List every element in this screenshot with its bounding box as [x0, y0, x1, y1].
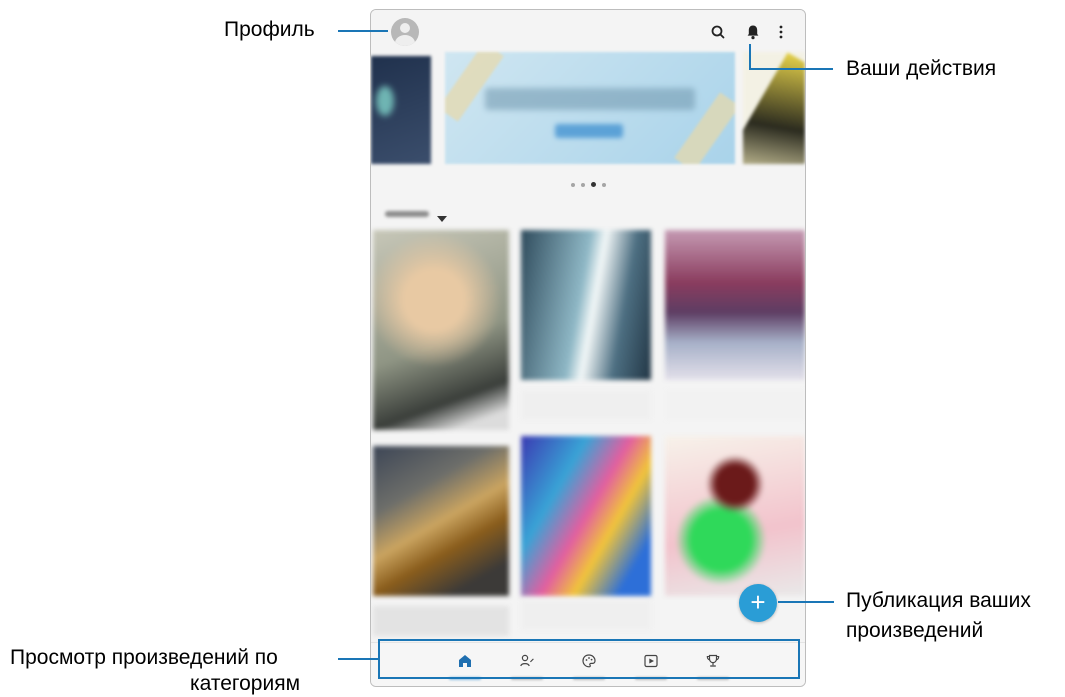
artwork-card[interactable] — [665, 436, 805, 596]
artwork-card[interactable] — [373, 606, 509, 636]
artwork-card-caption — [665, 390, 805, 420]
artwork-card-caption — [521, 600, 651, 630]
artwork-card[interactable] — [521, 436, 651, 596]
sort-filter-label — [385, 211, 429, 217]
artwork-card[interactable] — [521, 230, 651, 380]
callout-profile-line — [338, 30, 388, 32]
callout-browse-line1: Просмотр произведений по — [10, 646, 278, 669]
banner-carousel[interactable] — [371, 52, 805, 164]
carousel-dot[interactable] — [601, 182, 606, 187]
chevron-down-icon — [437, 210, 448, 228]
callout-your-actions: Ваши действия — [846, 57, 997, 80]
banner-action-button[interactable] — [555, 124, 623, 138]
callout-publish-line1: Публикация ваших — [846, 589, 1031, 612]
profile-avatar[interactable] — [391, 18, 419, 46]
bell-icon[interactable] — [743, 22, 763, 42]
carousel-dot[interactable] — [590, 182, 596, 188]
artwork-card[interactable] — [665, 230, 805, 380]
callout-browse-line2: категориям — [190, 672, 301, 695]
carousel-dot[interactable] — [570, 182, 575, 187]
artwork-card-caption — [521, 390, 651, 420]
callout-profile: Профиль — [224, 18, 315, 41]
artwork-card[interactable] — [373, 230, 509, 430]
top-app-bar — [371, 10, 805, 52]
banner-current[interactable] — [445, 52, 735, 164]
banner-title-blurred — [485, 88, 695, 110]
avatar-head-shape — [400, 23, 410, 33]
bottom-nav-highlight-frame — [378, 639, 800, 679]
artwork-card[interactable] — [373, 446, 509, 596]
banner-decoration — [445, 52, 504, 122]
carousel-dot[interactable] — [580, 182, 585, 187]
sort-filter-dropdown[interactable] — [385, 208, 448, 222]
callout-browse-line — [338, 658, 380, 660]
publish-artwork-button[interactable]: + — [739, 584, 777, 622]
more-options-icon[interactable] — [771, 22, 791, 42]
search-icon[interactable] — [708, 22, 728, 42]
carousel-page-indicator — [371, 176, 805, 188]
callout-your-actions-line — [749, 68, 833, 70]
banner-previous-art — [376, 86, 394, 116]
banner-previous[interactable] — [371, 56, 431, 164]
avatar-body-shape — [395, 35, 415, 46]
callout-your-actions-line-vertical — [749, 44, 751, 70]
callout-publish-line — [778, 601, 834, 603]
app-screen: + — [370, 9, 806, 687]
callout-publish-line2: произведений — [846, 619, 984, 642]
